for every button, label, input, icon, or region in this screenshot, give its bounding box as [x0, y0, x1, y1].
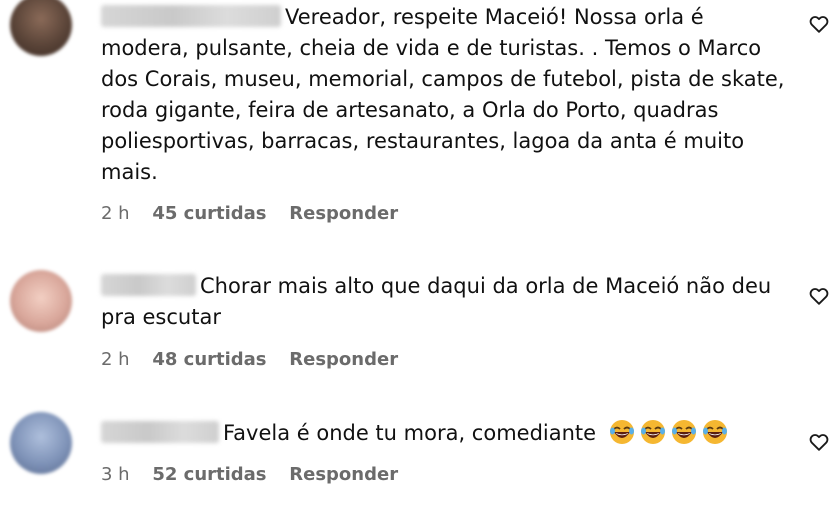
comment-text: Favela é onde tu mora, comediante — [223, 421, 597, 445]
avatar[interactable] — [10, 270, 72, 332]
like-count[interactable]: 48 curtidas — [152, 348, 266, 372]
comment-text-block: Vereador, respeite Maceió! Nossa orla é … — [101, 2, 791, 188]
reply-button[interactable]: Responder — [289, 348, 398, 372]
comment-time: 3 h — [101, 464, 130, 485]
reply-button[interactable]: Responder — [289, 202, 398, 226]
rolling-on-floor-laughing-icon — [671, 420, 696, 444]
like-count[interactable]: 52 curtidas — [152, 463, 266, 487]
heart-icon[interactable] — [808, 285, 830, 307]
comment-text: Vereador, respeite Maceió! Nossa orla é … — [101, 5, 785, 184]
username-blurred[interactable] — [101, 5, 281, 27]
rolling-on-floor-laughing-icon — [702, 420, 727, 444]
comment-meta: 2 h 48 curtidas Responder — [101, 348, 415, 372]
avatar[interactable] — [10, 0, 72, 56]
comment-meta: 2 h 45 curtidas Responder — [101, 202, 415, 226]
comment-text: Chorar mais alto que daqui da orla de Ma… — [101, 274, 772, 329]
comment-text-block: Chorar mais alto que daqui da orla de Ma… — [101, 271, 791, 333]
avatar[interactable] — [10, 412, 72, 474]
rolling-on-floor-laughing-icon — [609, 420, 634, 444]
comment-time: 2 h — [101, 203, 130, 224]
comment-text-block: Favela é onde tu mora, comediante — [101, 418, 791, 449]
comment-meta: 3 h 52 curtidas Responder — [101, 463, 415, 487]
emoji-group — [609, 420, 733, 445]
like-count[interactable]: 45 curtidas — [152, 202, 266, 226]
heart-icon[interactable] — [808, 13, 830, 35]
username-blurred[interactable] — [101, 274, 196, 296]
reply-button[interactable]: Responder — [289, 463, 398, 487]
comment-time: 2 h — [101, 349, 130, 370]
heart-icon[interactable] — [808, 431, 830, 453]
rolling-on-floor-laughing-icon — [640, 420, 665, 444]
username-blurred[interactable] — [101, 421, 219, 443]
